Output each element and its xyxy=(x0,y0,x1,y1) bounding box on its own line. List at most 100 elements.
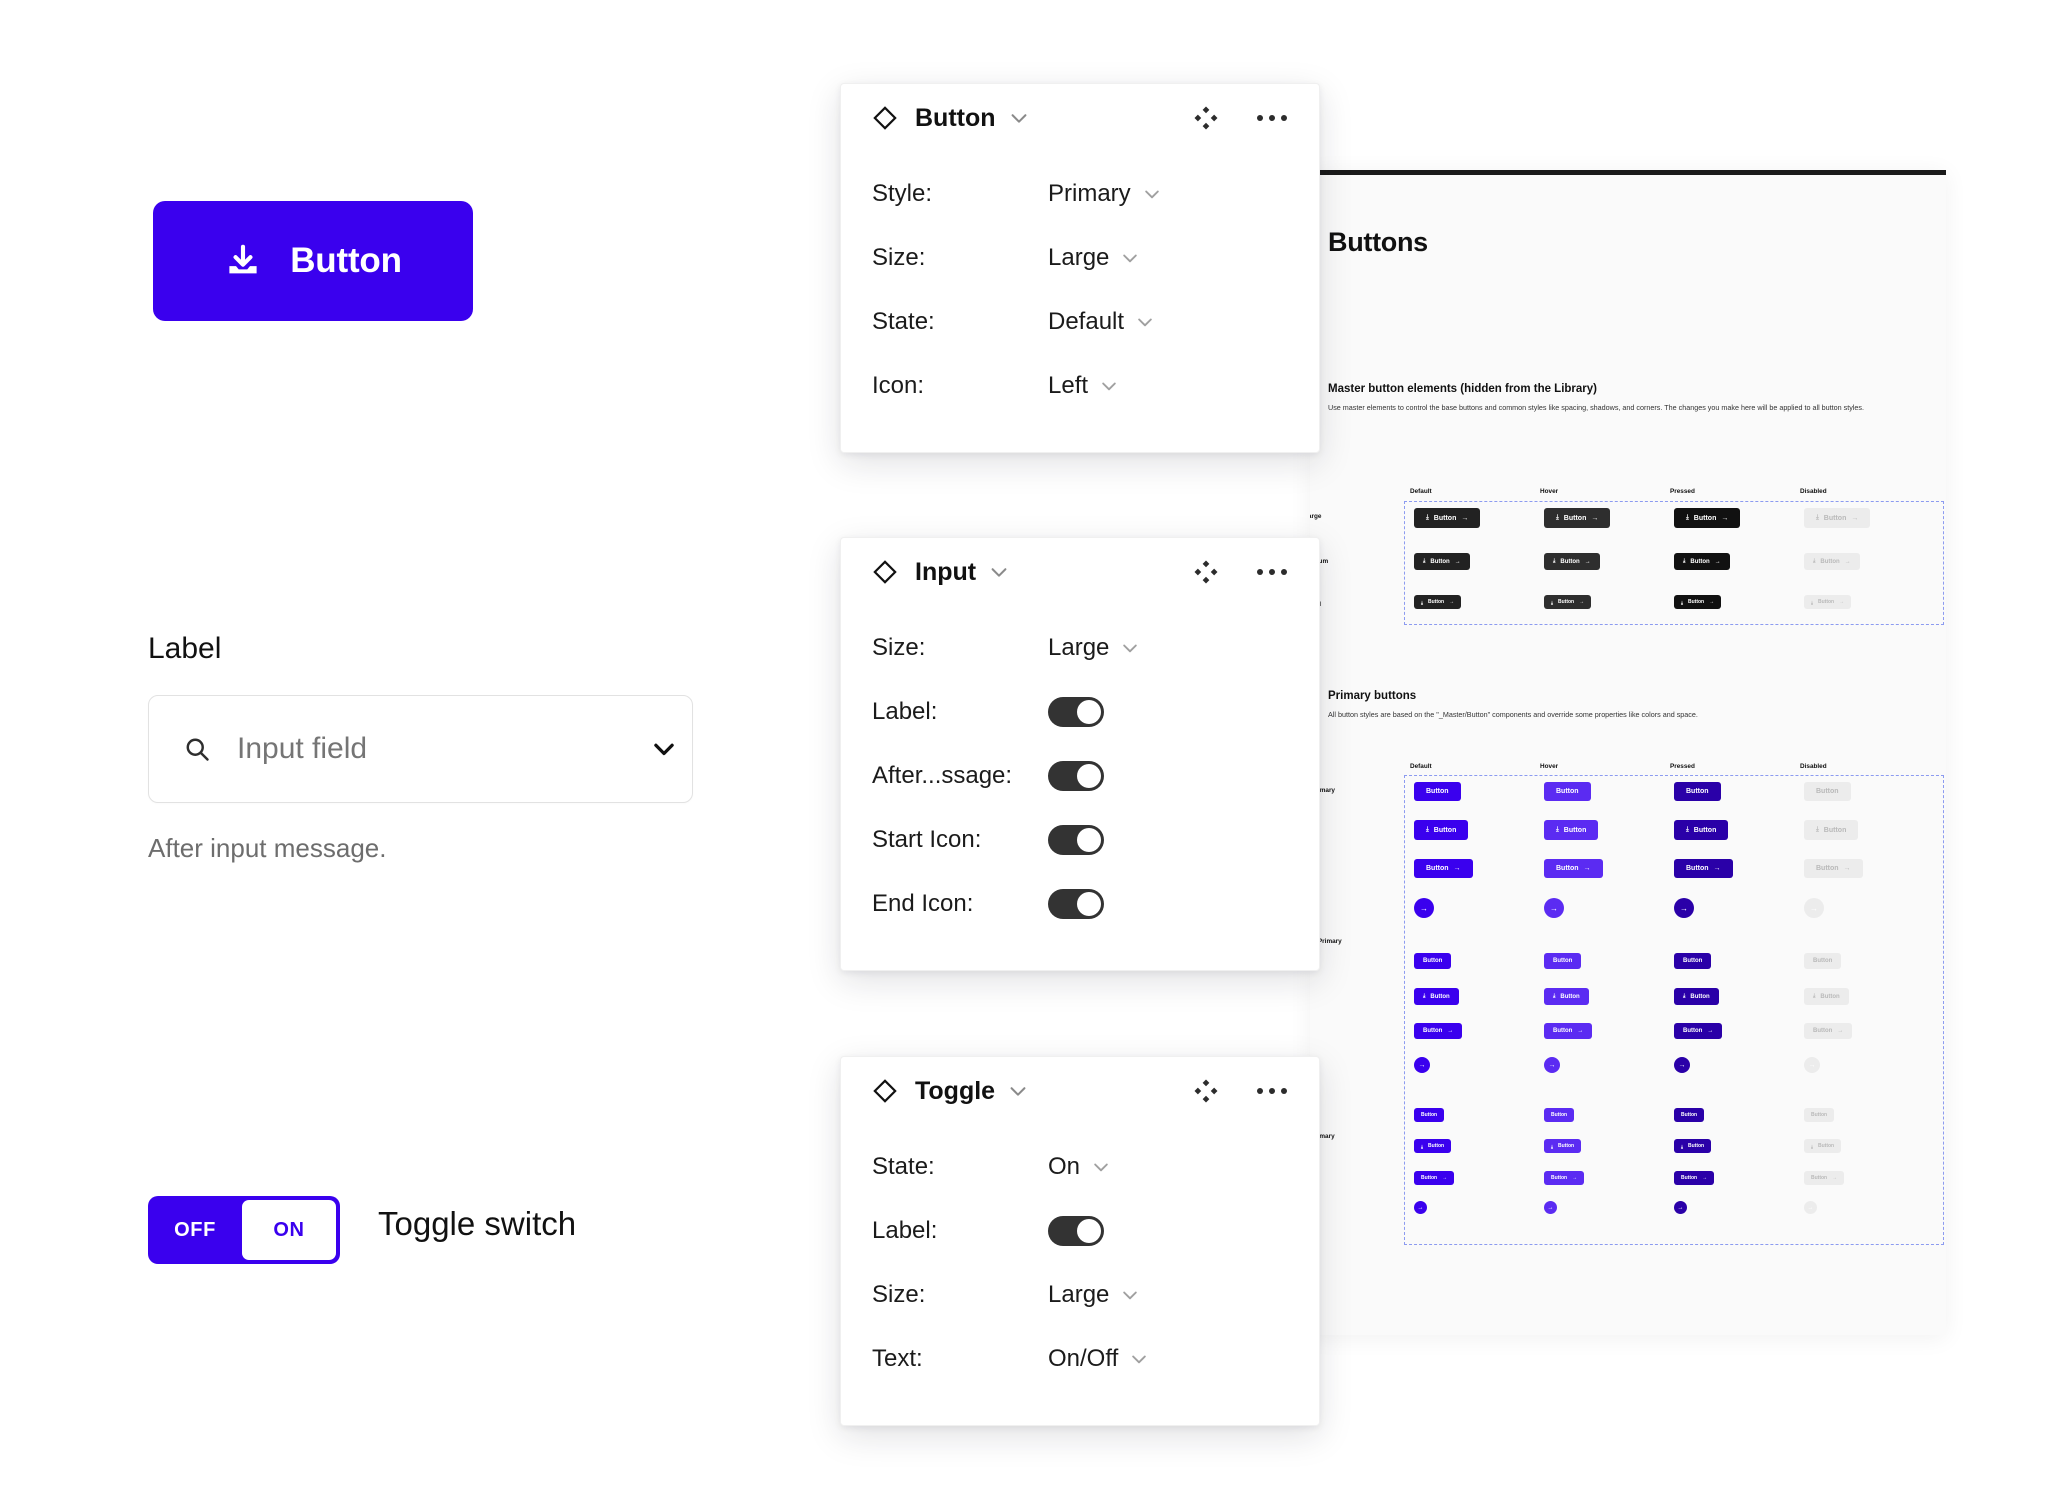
primary-medium-pressed[interactable]: Button xyxy=(1674,953,1712,969)
primary-small-circle-pressed[interactable]: → xyxy=(1674,1201,1687,1214)
swap-instance-icon[interactable] xyxy=(1193,1078,1219,1104)
row-select[interactable]: On xyxy=(1048,1153,1111,1181)
chevron-down-icon[interactable] xyxy=(1091,1157,1111,1177)
column-header: Pressed xyxy=(1670,763,1695,770)
showcase-input-field[interactable] xyxy=(148,695,693,803)
primary-medium-circle-default[interactable]: → xyxy=(1414,1057,1430,1073)
toggle-off-label[interactable]: OFF xyxy=(148,1196,242,1264)
search-input[interactable] xyxy=(237,732,623,766)
primary-small-default[interactable]: Button xyxy=(1414,1108,1445,1122)
primary-large-icon-hover[interactable]: ⤓ Button xyxy=(1544,820,1599,840)
button-sample-medium-hover[interactable]: ⤓ Button → xyxy=(1544,553,1600,570)
swap-instance-icon[interactable] xyxy=(1193,105,1219,131)
toggle-switch-after-message[interactable] xyxy=(1048,761,1104,791)
primary-large-circle-default[interactable]: → xyxy=(1414,898,1434,918)
primary-medium-arrow-hover[interactable]: Button → xyxy=(1544,1023,1593,1039)
chevron-down-icon[interactable] xyxy=(1135,312,1155,332)
panel-row-label[interactable]: Label: xyxy=(872,1199,1288,1263)
primary-large-arrow-pressed[interactable]: Button → xyxy=(1674,859,1733,878)
toggle-switch-label[interactable] xyxy=(1048,697,1104,727)
primary-medium-arrow-pressed[interactable]: Button → xyxy=(1674,1023,1723,1039)
primary-small-circle-hover[interactable]: → xyxy=(1544,1201,1557,1214)
button-sample-small-default[interactable]: ⤓ Button → xyxy=(1414,595,1462,609)
button-sample-large-default[interactable]: ⤓ Button → xyxy=(1414,508,1481,528)
panel-row-size[interactable]: Size: Large xyxy=(872,226,1288,290)
toggle-switch-label[interactable] xyxy=(1048,1216,1104,1246)
chevron-down-icon[interactable] xyxy=(1099,376,1119,396)
primary-medium-circle-hover[interactable]: → xyxy=(1544,1057,1560,1073)
primary-small-pressed[interactable]: Button xyxy=(1674,1108,1705,1122)
primary-large-icon-pressed[interactable]: ⤓ Button xyxy=(1674,820,1729,840)
button-sample-large-pressed[interactable]: ⤓ Button → xyxy=(1674,508,1741,528)
panel-row-state[interactable]: State: On xyxy=(872,1135,1288,1199)
chevron-down-icon[interactable] xyxy=(1120,638,1140,658)
button-sample-label: Button xyxy=(1430,993,1450,1000)
more-options-icon[interactable] xyxy=(1255,105,1289,131)
toggle-switch-end-icon[interactable] xyxy=(1048,889,1104,919)
showcase-toggle-switch[interactable]: OFF ON xyxy=(148,1196,340,1264)
primary-small-hover[interactable]: Button xyxy=(1544,1108,1575,1122)
primary-small-arrow-pressed[interactable]: Button → xyxy=(1674,1171,1715,1185)
more-options-icon[interactable] xyxy=(1255,1078,1289,1104)
primary-medium-hover[interactable]: Button xyxy=(1544,953,1582,969)
chevron-down-icon[interactable] xyxy=(1008,107,1030,129)
row-select[interactable]: Left xyxy=(1048,372,1119,400)
row-select[interactable]: Large xyxy=(1048,244,1140,272)
primary-small-icon-pressed[interactable]: ⤓ Button xyxy=(1674,1139,1712,1153)
panel-row-text[interactable]: Text: On/Off xyxy=(872,1327,1288,1391)
primary-large-arrow-hover[interactable]: Button → xyxy=(1544,859,1603,878)
primary-medium-icon-default[interactable]: ⤓ Button xyxy=(1414,988,1459,1005)
toggle-on-label[interactable]: ON xyxy=(242,1200,336,1260)
chevron-down-icon[interactable] xyxy=(649,734,679,764)
panel-row-label[interactable]: Label: xyxy=(872,680,1288,744)
primary-large-circle-hover[interactable]: → xyxy=(1544,898,1564,918)
row-select[interactable]: Primary xyxy=(1048,180,1162,208)
primary-medium-arrow-default[interactable]: Button → xyxy=(1414,1023,1463,1039)
download-icon: ⤓ xyxy=(1681,1143,1683,1149)
panel-row-size[interactable]: Size: Large xyxy=(872,1263,1288,1327)
toggle-knob xyxy=(1077,764,1101,788)
primary-large-default[interactable]: Button xyxy=(1414,782,1461,801)
chevron-down-icon[interactable] xyxy=(1129,1349,1149,1369)
chevron-down-icon[interactable] xyxy=(1007,1080,1029,1102)
primary-medium-circle-pressed[interactable]: → xyxy=(1674,1057,1690,1073)
row-select[interactable]: On/Off xyxy=(1048,1345,1149,1373)
button-sample-medium-pressed[interactable]: ⤓ Button → xyxy=(1674,553,1730,570)
primary-small-arrow-default[interactable]: Button → xyxy=(1414,1171,1455,1185)
primary-large-arrow-default[interactable]: Button → xyxy=(1414,859,1473,878)
button-sample-medium-default[interactable]: ⤓ Button → xyxy=(1414,553,1470,570)
arrow-right-icon: → xyxy=(1572,1175,1578,1181)
primary-large-pressed[interactable]: Button xyxy=(1674,782,1721,801)
panel-row-icon[interactable]: Icon: Left xyxy=(872,354,1288,418)
panel-row-after-message[interactable]: After...ssage: xyxy=(872,744,1288,808)
row-select[interactable]: Large xyxy=(1048,1281,1140,1309)
primary-medium-icon-pressed[interactable]: ⤓ Button xyxy=(1674,988,1719,1005)
panel-row-end-icon[interactable]: End Icon: xyxy=(872,872,1288,936)
chevron-down-icon[interactable] xyxy=(988,561,1010,583)
row-select[interactable]: Large xyxy=(1048,634,1140,662)
primary-large-icon-default[interactable]: ⤓ Button xyxy=(1414,820,1469,840)
button-sample-large-hover[interactable]: ⤓ Button → xyxy=(1544,508,1611,528)
panel-row-start-icon[interactable]: Start Icon: xyxy=(872,808,1288,872)
row-select[interactable]: Default xyxy=(1048,308,1155,336)
primary-large-hover[interactable]: Button xyxy=(1544,782,1591,801)
swap-instance-icon[interactable] xyxy=(1193,559,1219,585)
chevron-down-icon[interactable] xyxy=(1120,248,1140,268)
primary-large-circle-pressed[interactable]: → xyxy=(1674,898,1694,918)
button-sample-small-pressed[interactable]: ⤓ Button → xyxy=(1674,595,1722,609)
primary-medium-default[interactable]: Button xyxy=(1414,953,1452,969)
panel-row-state[interactable]: State: Default xyxy=(872,290,1288,354)
chevron-down-icon[interactable] xyxy=(1142,184,1162,204)
primary-small-icon-default[interactable]: ⤓ Button xyxy=(1414,1139,1452,1153)
toggle-switch-start-icon[interactable] xyxy=(1048,825,1104,855)
primary-small-arrow-hover[interactable]: Button → xyxy=(1544,1171,1585,1185)
primary-small-circle-default[interactable]: → xyxy=(1414,1201,1427,1214)
panel-row-size[interactable]: Size: Large xyxy=(872,616,1288,680)
more-options-icon[interactable] xyxy=(1255,559,1289,585)
button-sample-small-hover[interactable]: ⤓ Button → xyxy=(1544,595,1592,609)
primary-small-icon-hover[interactable]: ⤓ Button xyxy=(1544,1139,1582,1153)
primary-medium-icon-hover[interactable]: ⤓ Button xyxy=(1544,988,1589,1005)
chevron-down-icon[interactable] xyxy=(1120,1285,1140,1305)
panel-row-style[interactable]: Style: Primary xyxy=(872,162,1288,226)
showcase-primary-button[interactable]: Button xyxy=(153,201,473,321)
